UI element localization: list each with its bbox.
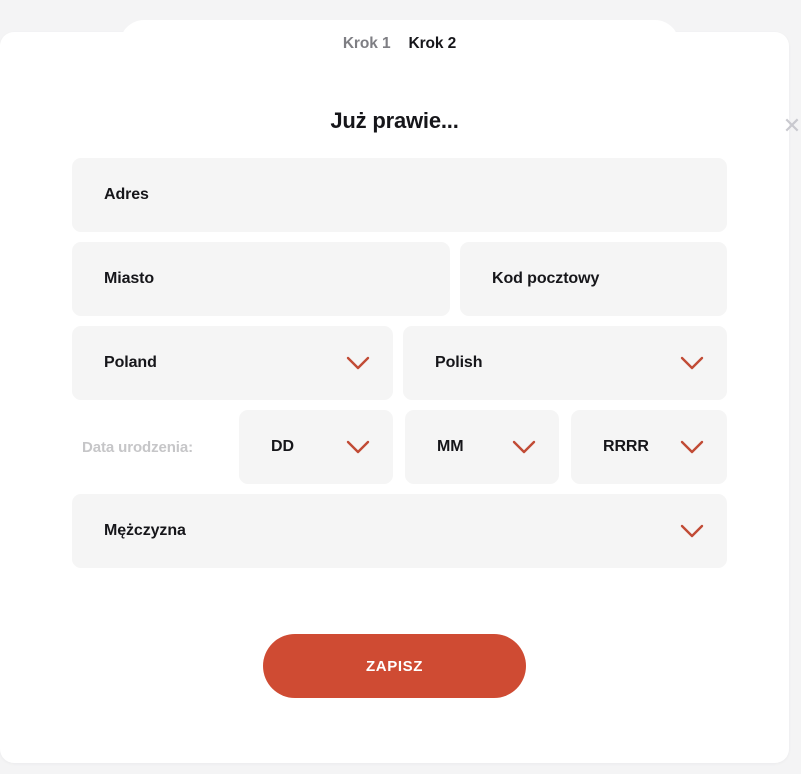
postal-code-input-text: Kod pocztowy bbox=[492, 270, 600, 287]
address-input-text: Adres bbox=[104, 186, 149, 203]
city-postal-row: Miasto Kod pocztowy bbox=[72, 242, 727, 316]
city-input-text: Miasto bbox=[104, 270, 155, 287]
city-input[interactable]: Miasto bbox=[72, 242, 450, 316]
date-of-birth-row: Data urodzenia: DD MM RRRR bbox=[72, 410, 727, 484]
dob-day-select[interactable]: DD bbox=[239, 410, 393, 484]
chevron-down-icon bbox=[345, 355, 371, 371]
registration-form: Adres Miasto Kod pocztowy Poland Polish bbox=[72, 158, 727, 578]
dob-day-value: DD bbox=[271, 438, 294, 455]
dob-month-value: MM bbox=[437, 438, 464, 455]
gender-select[interactable]: Mężczyzna bbox=[72, 494, 727, 568]
address-input[interactable]: Adres bbox=[72, 158, 727, 232]
postal-code-input[interactable]: Kod pocztowy bbox=[460, 242, 727, 316]
country-select-value: Poland bbox=[104, 354, 157, 371]
step-tab-krok-2[interactable]: Krok 2 bbox=[409, 35, 457, 53]
dob-year-value: RRRR bbox=[603, 438, 649, 455]
gender-select-value: Mężczyzna bbox=[104, 522, 186, 539]
step-indicator: Krok 1 Krok 2 bbox=[120, 20, 679, 68]
country-language-row: Poland Polish bbox=[72, 326, 727, 400]
language-select[interactable]: Polish bbox=[403, 326, 727, 400]
step-tab-krok-1[interactable]: Krok 1 bbox=[343, 35, 391, 53]
save-button[interactable]: ZAPISZ bbox=[263, 634, 526, 698]
page-title: Już prawie... bbox=[330, 108, 459, 133]
chevron-down-icon bbox=[679, 439, 705, 455]
address-row: Adres bbox=[72, 158, 727, 232]
chevron-down-icon bbox=[679, 355, 705, 371]
close-icon[interactable]: ✕ bbox=[781, 112, 801, 140]
country-select[interactable]: Poland bbox=[72, 326, 393, 400]
chevron-down-icon bbox=[679, 523, 705, 539]
submit-area: ZAPISZ bbox=[0, 634, 789, 698]
dob-year-select[interactable]: RRRR bbox=[571, 410, 727, 484]
chevron-down-icon bbox=[511, 439, 537, 455]
date-of-birth-label: Data urodzenia: bbox=[82, 438, 194, 456]
chevron-down-icon bbox=[345, 439, 371, 455]
gender-row: Mężczyzna bbox=[72, 494, 727, 568]
dob-month-select[interactable]: MM bbox=[405, 410, 559, 484]
language-select-value: Polish bbox=[435, 354, 483, 371]
